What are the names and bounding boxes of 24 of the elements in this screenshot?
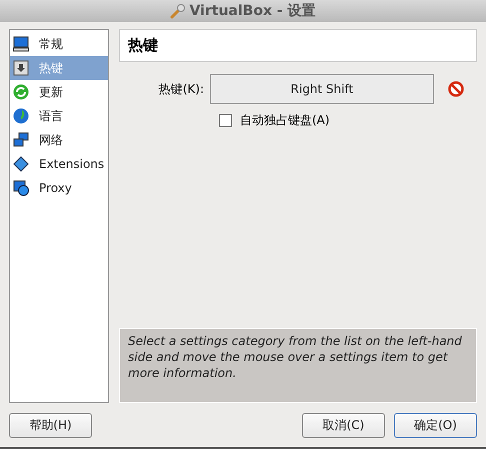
- globe-icon: [13, 108, 29, 124]
- category-item[interactable]: 网络: [10, 128, 108, 152]
- page-title: 热键: [119, 29, 477, 62]
- key-icon: [13, 60, 29, 76]
- diamond-icon: [13, 156, 29, 172]
- hotkey-field[interactable]: Right Shift: [210, 74, 434, 104]
- info-text: Select a settings category from the list on the left-hand side and move the mouse over a settings item to get more information.: [119, 328, 477, 403]
- window-title: VirtualBox - 设置: [189, 2, 316, 20]
- monitor-icon: [13, 36, 29, 52]
- checkbox[interactable]: [219, 114, 232, 127]
- category-item[interactable]: 常规: [10, 32, 108, 56]
- checkbox-label: 自动独占键盘(A): [240, 112, 330, 129]
- proxy-icon: [13, 180, 29, 196]
- category-item[interactable]: Proxy: [10, 176, 108, 200]
- help-button[interactable]: 帮助(H): [9, 413, 92, 438]
- no-entry-icon[interactable]: [448, 81, 464, 97]
- category-item[interactable]: 语言: [10, 104, 108, 128]
- cancel-button[interactable]: 取消(C): [302, 413, 385, 438]
- refresh-icon: [13, 84, 29, 100]
- category-item[interactable]: 更新: [10, 80, 108, 104]
- hotkey-label: 热键(K):: [158, 80, 205, 98]
- ok-button[interactable]: 确定(O): [394, 413, 477, 438]
- network-icon: [13, 132, 29, 148]
- category-item[interactable]: Extensions: [10, 152, 108, 176]
